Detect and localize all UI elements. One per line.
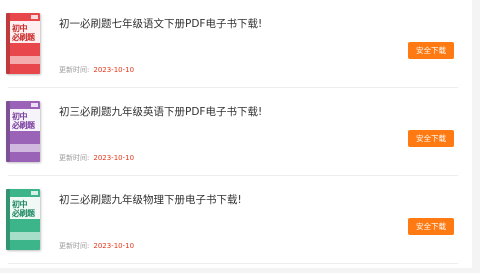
meta-date: 2023-10-10: [93, 154, 135, 162]
cover-text: 初中 必刷题: [12, 200, 35, 218]
meta-date: 2023-10-10: [93, 66, 135, 74]
cover-text: 初中 必刷题: [12, 112, 35, 130]
list-item: 初中 必刷题 初一必刷题七年级语文下册PDF电子书下载! 更新时间: 2023-1…: [0, 0, 472, 88]
item-title-link[interactable]: 初三必刷题九年级物理下册电子书下载!: [59, 192, 242, 207]
safe-download-button[interactable]: 安全下载: [408, 130, 454, 147]
book-cover-image[interactable]: 初中 必刷题: [6, 13, 40, 74]
list-item: 初中 必刷题 初三必刷题九年级英语下册PDF电子书下载! 更新时间: 2023-1…: [0, 88, 472, 176]
item-title-link[interactable]: 初三必刷题九年级英语下册PDF电子书下载!: [59, 104, 262, 119]
cover-text-line2: 必刷题: [12, 121, 35, 130]
page-background-gap: [0, 268, 480, 273]
item-title-link[interactable]: 初一必刷题七年级语文下册PDF电子书下载!: [59, 16, 262, 31]
cover-corner: [31, 15, 38, 19]
book-list-panel: 初中 必刷题 初一必刷题七年级语文下册PDF电子书下载! 更新时间: 2023-1…: [0, 0, 472, 268]
item-meta: 更新时间: 2023-10-10: [59, 241, 134, 251]
cover-text-line2: 必刷题: [12, 209, 35, 218]
cover-text-line2: 必刷题: [12, 33, 35, 42]
scrollbar-track[interactable]: [472, 0, 480, 273]
cover-stripe: [10, 144, 40, 152]
cover-corner: [31, 191, 38, 195]
meta-date: 2023-10-10: [93, 242, 135, 250]
cover-text: 初中 必刷题: [12, 24, 35, 42]
book-cover-image[interactable]: 初中 必刷题: [6, 189, 40, 250]
book-cover-image[interactable]: 初中 必刷题: [6, 101, 40, 162]
cover-text-line1: 初中: [12, 112, 28, 121]
list-item: 初中 必刷题 初三必刷题九年级物理下册电子书下载! 更新时间: 2023-10-1…: [0, 176, 472, 264]
meta-label: 更新时间:: [59, 66, 90, 74]
meta-label: 更新时间:: [59, 242, 90, 250]
item-meta: 更新时间: 2023-10-10: [59, 65, 134, 75]
item-meta: 更新时间: 2023-10-10: [59, 153, 134, 163]
cover-corner: [31, 103, 38, 107]
safe-download-button[interactable]: 安全下载: [408, 218, 454, 235]
cover-text-line1: 初中: [12, 200, 28, 209]
item-divider: [8, 263, 458, 264]
cover-text-line1: 初中: [12, 24, 28, 33]
safe-download-button[interactable]: 安全下载: [408, 42, 454, 59]
cover-stripe: [10, 56, 40, 64]
cover-stripe: [10, 232, 40, 240]
meta-label: 更新时间:: [59, 154, 90, 162]
